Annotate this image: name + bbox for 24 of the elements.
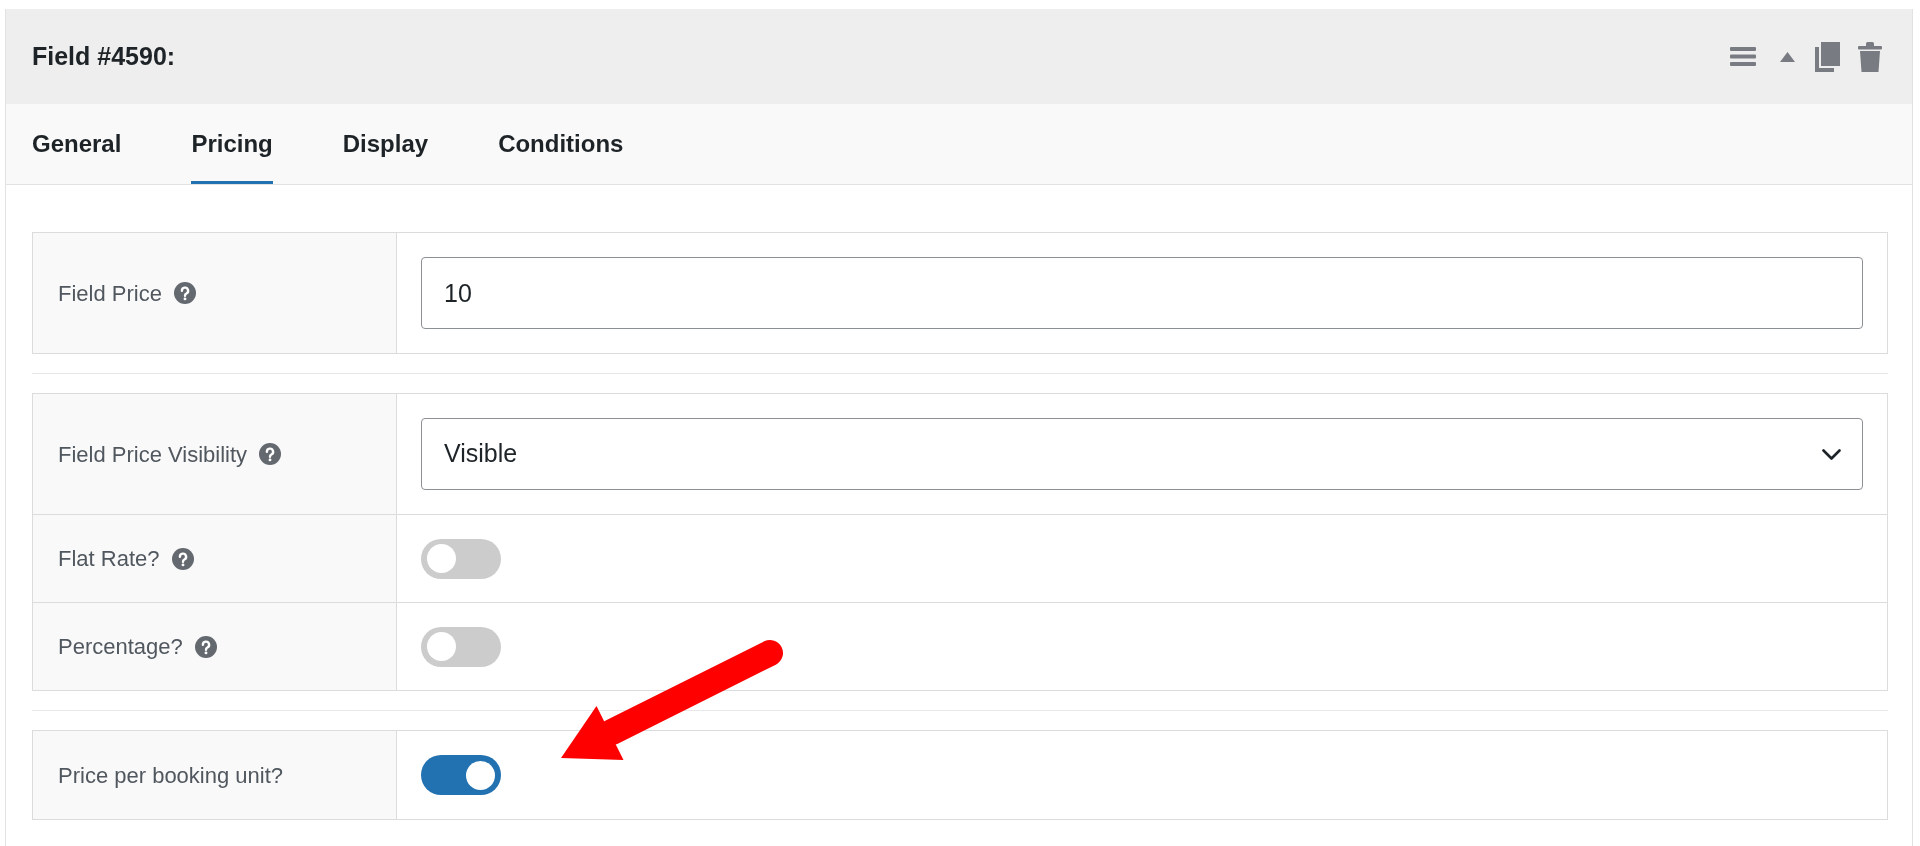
toggle-switch[interactable] — [421, 538, 501, 579]
tab[interactable]: Pricing — [191, 104, 273, 184]
help-icon[interactable] — [259, 443, 282, 465]
field-label: Flat Rate? — [58, 545, 160, 573]
price-input[interactable]: 10 — [421, 257, 1863, 329]
menu-icon[interactable] — [1730, 47, 1756, 66]
field-label: Price per booking unit? — [58, 761, 284, 790]
toggle-switch[interactable] — [421, 626, 501, 667]
field-label: Percentage? — [58, 633, 183, 661]
copy-icon[interactable] — [1815, 41, 1840, 72]
toggle-switch[interactable] — [421, 755, 501, 795]
tab[interactable]: General — [32, 104, 122, 184]
triangle-up-icon[interactable] — [1780, 51, 1795, 62]
visibility-dropdown[interactable]: Visible — [421, 418, 1863, 490]
panel-title: Field #4590: — [32, 40, 176, 72]
help-icon[interactable] — [194, 635, 217, 658]
help-icon[interactable] — [173, 282, 196, 304]
field-label: Field Price Visibility — [58, 440, 248, 469]
help-icon[interactable] — [171, 547, 194, 570]
tab[interactable]: Display — [342, 104, 429, 184]
chevron-down-icon — [1822, 448, 1841, 460]
tab[interactable]: Conditions — [498, 104, 624, 184]
trash-icon[interactable] — [1858, 41, 1882, 72]
field-label: Field Price — [58, 279, 162, 308]
